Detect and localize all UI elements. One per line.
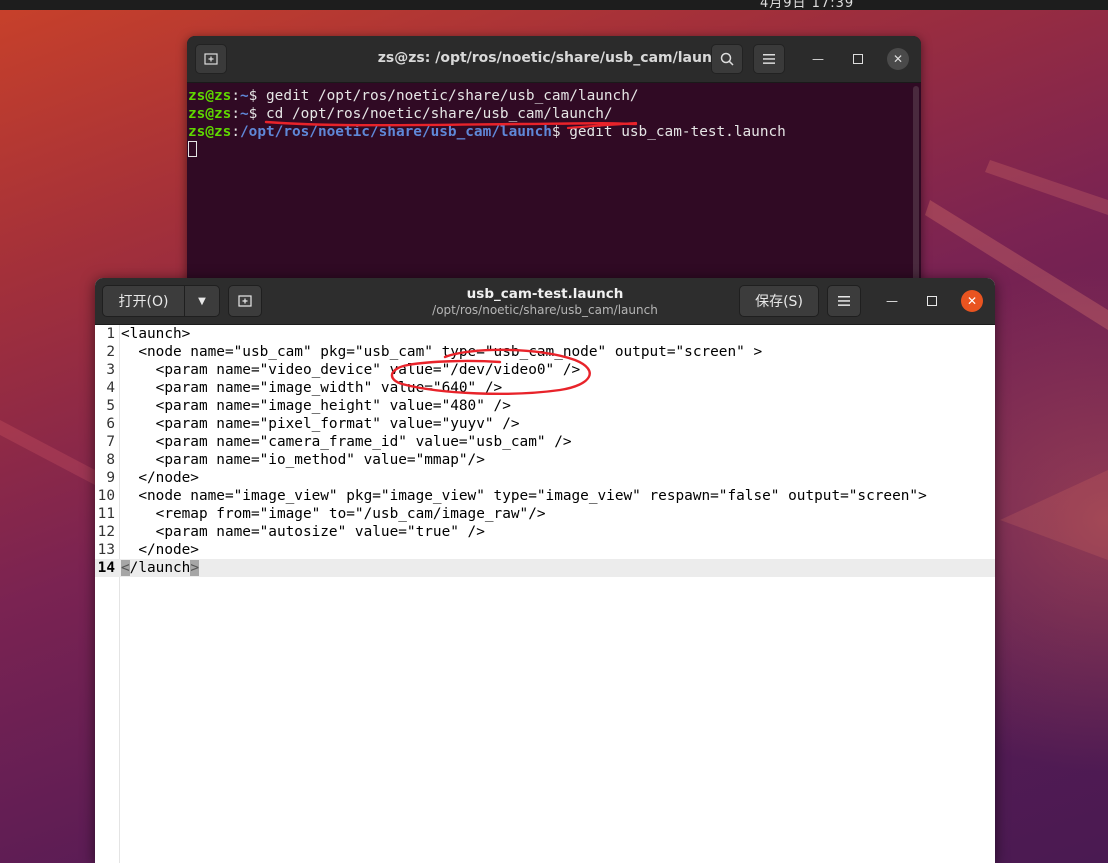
gedit-maximize-button[interactable] xyxy=(921,290,943,312)
line-text: <param name="io_method" value="mmap"/> xyxy=(121,452,485,468)
top-panel: 4月9日 17:39 xyxy=(0,0,1108,11)
gedit-headerbar: 打开(O) ▼ usb_cam-test.launch /opt/ros/noe… xyxy=(95,278,995,325)
code-line: 3 <param name="video_device" value="/dev… xyxy=(95,361,995,379)
line-number: 9 xyxy=(106,470,115,486)
code-view[interactable]: 1 <launch> 2 <node name="usb_cam" pkg="us… xyxy=(95,325,995,577)
code-line: 6 <param name="pixel_format" value="yuyv… xyxy=(95,415,995,433)
clock[interactable]: 4月9日 17:39 xyxy=(760,0,854,11)
code-line: 9 </node> xyxy=(95,469,995,487)
matched-bracket: < xyxy=(121,560,130,576)
text-editor[interactable]: 1 <launch> 2 <node name="usb_cam" pkg="us… xyxy=(95,325,995,863)
hamburger-menu-icon xyxy=(838,296,850,306)
code-line: 4 <param name="image_width" value="640" … xyxy=(95,379,995,397)
line-text: /launch xyxy=(129,560,191,576)
matched-bracket: > xyxy=(190,560,199,576)
line-number: 4 xyxy=(106,380,115,396)
terminal-maximize-button[interactable] xyxy=(847,48,869,70)
line-text: <param name="video_device" value="/dev/v… xyxy=(121,362,581,378)
terminal-menu-button[interactable] xyxy=(753,44,785,74)
text-cursor xyxy=(188,141,197,157)
maximize-icon xyxy=(853,54,863,64)
close-icon: ✕ xyxy=(966,294,978,308)
search-icon xyxy=(720,52,734,66)
terminal-line: zs@zs:~$ cd /opt/ros/noetic/share/usb_ca… xyxy=(188,106,613,122)
gedit-window[interactable]: 打开(O) ▼ usb_cam-test.launch /opt/ros/noe… xyxy=(95,278,995,863)
line-text: <param name="image_width" value="640" /> xyxy=(121,380,503,396)
terminal-line: zs@zs:~$ gedit /opt/ros/noetic/share/usb… xyxy=(188,88,639,104)
code-line: 5 <param name="image_height" value="480"… xyxy=(95,397,995,415)
gedit-menu-button[interactable] xyxy=(827,285,861,317)
line-text: </node> xyxy=(121,470,199,486)
terminal-output[interactable]: zs@zs:~$ gedit /opt/ros/noetic/share/usb… xyxy=(187,83,921,159)
maximize-icon xyxy=(927,296,937,306)
terminal-line: zs@zs:/opt/ros/noetic/share/usb_cam/laun… xyxy=(188,124,786,140)
code-line: 2 <node name="usb_cam" pkg="usb_cam" typ… xyxy=(95,343,995,361)
line-text: <launch> xyxy=(121,326,191,342)
terminal-headerbar: zs@zs: /opt/ros/noetic/share/usb_cam/lau… xyxy=(187,36,921,83)
line-number: 14 xyxy=(97,560,115,576)
terminal-minimize-button[interactable]: — xyxy=(807,48,829,70)
gedit-close-button[interactable]: ✕ xyxy=(961,290,983,312)
code-line: 12 <param name="autosize" value="true" /… xyxy=(95,523,995,541)
gedit-minimize-button[interactable]: — xyxy=(881,290,903,312)
current-code-line: 14 </launch> xyxy=(95,559,995,577)
terminal-search-button[interactable] xyxy=(711,44,743,74)
line-number: 7 xyxy=(106,434,115,450)
line-number: 11 xyxy=(97,506,115,522)
code-line: 1 <launch> xyxy=(95,325,995,343)
code-line: 8 <param name="io_method" value="mmap"/> xyxy=(95,451,995,469)
line-number: 5 xyxy=(106,398,115,414)
minimize-icon: — xyxy=(812,52,824,66)
code-line: 10 <node name="image_view" pkg="image_vi… xyxy=(95,487,995,505)
line-number: 3 xyxy=(106,362,115,378)
line-text: <param name="camera_frame_id" value="usb… xyxy=(121,434,572,450)
terminal-window[interactable]: zs@zs: /opt/ros/noetic/share/usb_cam/lau… xyxy=(187,36,921,286)
terminal-scrollbar[interactable] xyxy=(913,86,919,281)
code-line: 11 <remap from="image" to="/usb_cam/imag… xyxy=(95,505,995,523)
line-text: <node name="usb_cam" pkg="usb_cam" type=… xyxy=(121,344,763,360)
line-text: <node name="image_view" pkg="image_view"… xyxy=(121,488,927,504)
code-line: 13 </node> xyxy=(95,541,995,559)
line-text: <param name="image_height" value="480" /… xyxy=(121,398,511,414)
line-text: <remap from="image" to="/usb_cam/image_r… xyxy=(121,506,546,522)
close-icon: ✕ xyxy=(892,52,904,66)
terminal-close-button[interactable]: ✕ xyxy=(887,48,909,70)
line-number: 2 xyxy=(106,344,115,360)
line-number: 1 xyxy=(106,326,115,342)
line-text: <param name="pixel_format" value="yuyv" … xyxy=(121,416,520,432)
code-line: 7 <param name="camera_frame_id" value="u… xyxy=(95,433,995,451)
line-number: 10 xyxy=(97,488,115,504)
line-text: <param name="autosize" value="true" /> xyxy=(121,524,485,540)
line-number: 8 xyxy=(106,452,115,468)
line-number: 13 xyxy=(97,542,115,558)
line-number: 6 xyxy=(106,416,115,432)
line-number: 12 xyxy=(97,524,115,540)
line-text: </node> xyxy=(121,542,199,558)
terminal-cursor-line xyxy=(188,141,921,159)
minimize-icon: — xyxy=(886,294,898,308)
save-button[interactable]: 保存(S) xyxy=(739,285,819,317)
hamburger-menu-icon xyxy=(763,54,775,64)
